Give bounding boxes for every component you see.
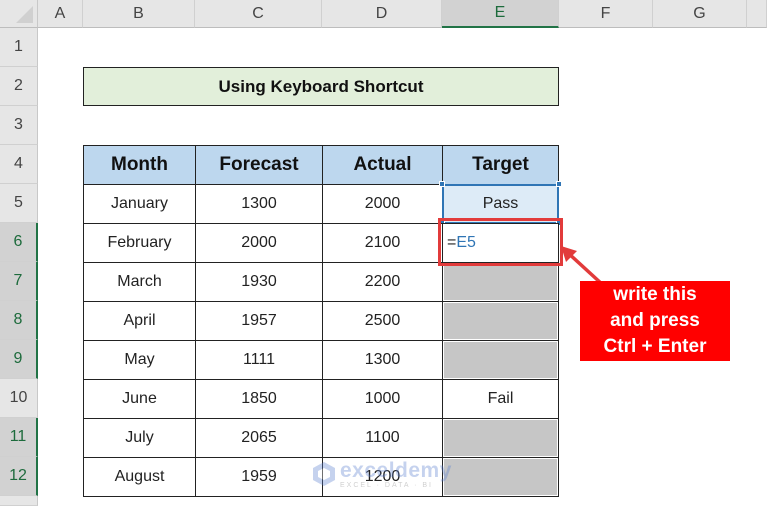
column-header-next[interactable] [747,0,767,28]
cell-actual[interactable]: 2200 [322,262,443,302]
cell-forecast[interactable]: 1959 [195,457,323,497]
cell-target[interactable] [442,340,559,380]
row-header-12[interactable]: 12 [0,457,38,496]
cell-target[interactable] [442,301,559,341]
cell-month[interactable]: January [83,184,196,224]
cell-forecast[interactable]: 1957 [195,301,323,341]
cell-target[interactable] [442,457,559,497]
watermark-name: exceldemy [340,458,452,482]
header-actual[interactable]: Actual [322,145,443,185]
column-header-a[interactable]: A [38,0,83,28]
cell-forecast[interactable]: 1850 [195,379,323,419]
cell-target[interactable]: Fail [442,379,559,419]
row-header-2[interactable]: 2 [0,67,38,106]
column-header-c[interactable]: C [195,0,322,28]
cell-target[interactable] [442,418,559,458]
cell-forecast[interactable]: 2065 [195,418,323,458]
column-header-b[interactable]: B [83,0,195,28]
cell-target-editing[interactable]: = E5 [442,223,559,263]
row-header-4[interactable]: 4 [0,145,38,184]
row-header-6[interactable]: 6 [0,223,38,262]
cell-actual[interactable]: 1300 [322,340,443,380]
cell-actual[interactable]: 2100 [322,223,443,263]
callout-line-3: Ctrl + Enter [603,336,707,357]
row-header-7[interactable]: 7 [0,262,38,301]
column-header-f[interactable]: F [559,0,653,28]
selection-handle[interactable] [556,181,562,187]
column-header-e[interactable]: E [442,0,559,28]
cell-month[interactable]: July [83,418,196,458]
cell-actual[interactable]: 1100 [322,418,443,458]
header-target[interactable]: Target [442,145,559,185]
cell-forecast[interactable]: 2000 [195,223,323,263]
instruction-callout: write this and press Ctrl + Enter [580,281,730,361]
selection-handle[interactable] [439,181,445,187]
formula-reference: E5 [456,234,476,251]
cell-month[interactable]: April [83,301,196,341]
row-header-3[interactable]: 3 [0,106,38,145]
row-header-5[interactable]: 5 [0,184,38,223]
column-header-g[interactable]: G [653,0,747,28]
cell-forecast[interactable]: 1111 [195,340,323,380]
cell-month[interactable]: February [83,223,196,263]
header-month[interactable]: Month [83,145,196,185]
title-cell[interactable]: Using Keyboard Shortcut [83,67,559,106]
formula-equals: = [447,234,457,251]
cell-target[interactable]: Pass [442,184,559,224]
row-header-10[interactable]: 10 [0,379,38,418]
cell-actual[interactable]: 2500 [322,301,443,341]
cell-month[interactable]: June [83,379,196,419]
callout-line-1: write this [613,284,697,305]
cell-month[interactable]: March [83,262,196,302]
watermark-logo-icon [313,462,335,486]
cell-month[interactable]: May [83,340,196,380]
column-header-d[interactable]: D [322,0,442,28]
cell-target[interactable] [442,262,559,302]
row-header-1[interactable]: 1 [0,28,38,67]
header-forecast[interactable]: Forecast [195,145,323,185]
cell-actual[interactable]: 2000 [322,184,443,224]
cell-actual[interactable]: 1000 [322,379,443,419]
row-header-8[interactable]: 8 [0,301,38,340]
cell-forecast[interactable]: 1300 [195,184,323,224]
watermark-tagline: EXCEL · DATA · BI [340,481,433,489]
row-header-9[interactable]: 9 [0,340,38,379]
cell-forecast[interactable]: 1930 [195,262,323,302]
cell-month[interactable]: August [83,457,196,497]
callout-line-2: and press [610,310,700,331]
row-header-11[interactable]: 11 [0,418,38,457]
row-header-13[interactable] [0,496,38,506]
select-all-corner[interactable] [0,0,38,28]
watermark: exceldemy EXCEL · DATA · BI [312,458,456,490]
select-all-triangle-icon [16,6,33,23]
